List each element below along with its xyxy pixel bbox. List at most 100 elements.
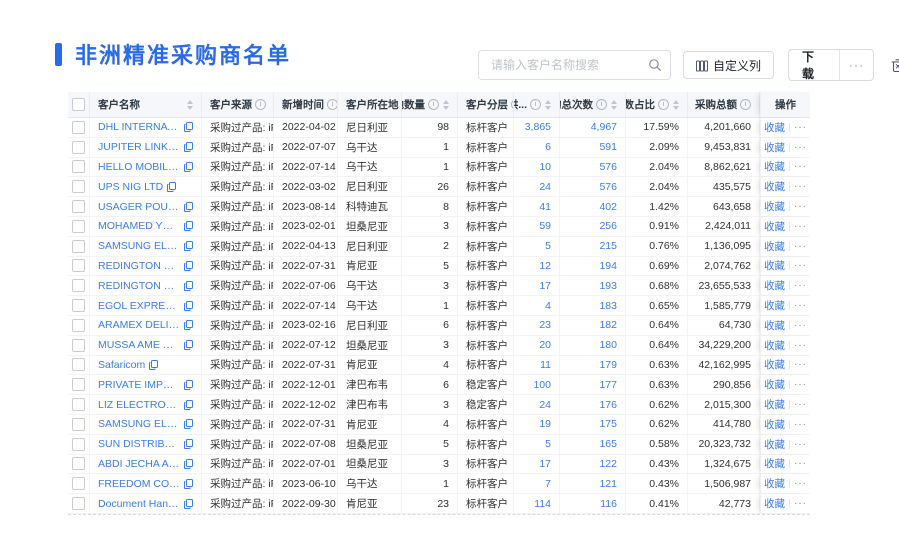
select-all-checkbox[interactable] bbox=[72, 98, 85, 111]
suppliers-count-link[interactable]: 11 bbox=[514, 355, 560, 375]
row-checkbox[interactable] bbox=[72, 160, 85, 174]
purchase-times-link[interactable]: 176 bbox=[560, 395, 626, 414]
purchase-times-link[interactable]: 180 bbox=[560, 335, 626, 355]
row-more-button[interactable]: ··· bbox=[794, 498, 807, 509]
purchase-times-link[interactable]: 194 bbox=[560, 256, 626, 276]
row-checkbox[interactable] bbox=[72, 457, 85, 471]
suppliers-count-link[interactable]: 24 bbox=[514, 395, 560, 414]
row-checkbox[interactable] bbox=[72, 299, 85, 313]
copy-icon[interactable] bbox=[184, 320, 193, 331]
sort-icon[interactable] bbox=[673, 100, 679, 110]
row-more-button[interactable]: ··· bbox=[794, 181, 807, 192]
customer-search-box[interactable] bbox=[478, 50, 671, 80]
customer-name-link[interactable]: JUPITER LINK LIMIT... bbox=[98, 141, 180, 153]
favorite-button[interactable]: 收藏 bbox=[764, 258, 785, 273]
row-checkbox[interactable] bbox=[72, 398, 85, 412]
customer-name-link[interactable]: Safaricom bbox=[98, 359, 145, 371]
row-checkbox[interactable] bbox=[72, 378, 85, 392]
copy-icon[interactable] bbox=[184, 419, 193, 430]
purchase-times-link[interactable]: 183 bbox=[560, 296, 626, 315]
purchase-times-link[interactable]: 591 bbox=[560, 137, 626, 157]
favorite-button[interactable]: 收藏 bbox=[764, 298, 785, 313]
customer-name-link[interactable]: MOHAMED YUNUS ... bbox=[98, 220, 180, 232]
customer-name-link[interactable]: DHL INTERNATIONA... bbox=[98, 121, 180, 133]
suppliers-count-link[interactable]: 7 bbox=[514, 474, 560, 494]
delete-button[interactable] bbox=[886, 51, 899, 79]
copy-icon[interactable] bbox=[184, 498, 193, 509]
copy-icon[interactable] bbox=[184, 122, 193, 133]
suppliers-count-link[interactable]: 5 bbox=[514, 236, 560, 256]
purchase-times-link[interactable]: 121 bbox=[560, 474, 626, 494]
search-icon[interactable] bbox=[648, 56, 662, 74]
customer-name-link[interactable]: USAGER POUR DÉC... bbox=[98, 201, 180, 213]
favorite-button[interactable]: 收藏 bbox=[764, 437, 785, 452]
customer-name-link[interactable]: UPS NIG LTD bbox=[98, 181, 163, 193]
copy-icon[interactable] bbox=[184, 458, 193, 469]
suppliers-count-link[interactable]: 20 bbox=[514, 335, 560, 355]
favorite-button[interactable]: 收藏 bbox=[764, 377, 785, 392]
customer-name-link[interactable]: MUSSA AME MUSS... bbox=[98, 339, 180, 351]
purchase-times-link[interactable]: 215 bbox=[560, 236, 626, 256]
suppliers-count-link[interactable]: 24 bbox=[514, 177, 560, 197]
row-checkbox[interactable] bbox=[72, 338, 85, 352]
purchase-times-link[interactable]: 193 bbox=[560, 276, 626, 296]
sort-icon[interactable] bbox=[545, 100, 551, 110]
copy-icon[interactable] bbox=[184, 478, 193, 489]
favorite-button[interactable]: 收藏 bbox=[764, 140, 785, 155]
row-checkbox[interactable] bbox=[72, 259, 85, 273]
copy-icon[interactable] bbox=[184, 300, 193, 311]
suppliers-count-link[interactable]: 17 bbox=[514, 276, 560, 296]
purchase-times-link[interactable]: 179 bbox=[560, 355, 626, 375]
purchase-times-link[interactable]: 177 bbox=[560, 375, 626, 395]
info-icon[interactable] bbox=[740, 99, 751, 110]
favorite-button[interactable]: 收藏 bbox=[764, 357, 785, 372]
purchase-times-link[interactable]: 576 bbox=[560, 157, 626, 177]
suppliers-count-link[interactable]: 17 bbox=[514, 454, 560, 474]
row-checkbox[interactable] bbox=[72, 417, 85, 431]
row-more-button[interactable]: ··· bbox=[794, 300, 807, 311]
suppliers-count-link[interactable]: 6 bbox=[514, 137, 560, 157]
favorite-button[interactable]: 收藏 bbox=[764, 179, 785, 194]
row-more-button[interactable]: ··· bbox=[794, 161, 807, 172]
row-more-button[interactable]: ··· bbox=[794, 439, 807, 450]
purchase-times-link[interactable]: 116 bbox=[560, 494, 626, 513]
row-more-button[interactable]: ··· bbox=[794, 359, 807, 370]
copy-icon[interactable] bbox=[184, 221, 193, 232]
customer-name-link[interactable]: EGOL EXPRESS CA... bbox=[98, 300, 180, 312]
row-checkbox[interactable] bbox=[72, 120, 85, 134]
copy-icon[interactable] bbox=[184, 439, 193, 450]
customer-name-link[interactable]: SAMSUNG ELECTR... bbox=[98, 240, 180, 252]
row-more-button[interactable]: ··· bbox=[794, 280, 807, 291]
customer-name-link[interactable]: REDINGTON UGAND... bbox=[98, 280, 180, 292]
row-checkbox[interactable] bbox=[72, 477, 85, 491]
row-checkbox[interactable] bbox=[72, 239, 85, 253]
row-more-button[interactable]: ··· bbox=[794, 419, 807, 430]
copy-icon[interactable] bbox=[184, 260, 193, 271]
info-icon[interactable] bbox=[658, 99, 669, 110]
favorite-button[interactable]: 收藏 bbox=[764, 456, 785, 471]
customer-name-link[interactable]: SUN DISTRIBUTION ... bbox=[98, 438, 180, 450]
customer-name-link[interactable]: ARAMEX DELIVERY ... bbox=[98, 319, 180, 331]
download-more-button[interactable]: ··· bbox=[839, 50, 873, 80]
row-checkbox[interactable] bbox=[72, 279, 85, 293]
purchase-times-link[interactable]: 122 bbox=[560, 454, 626, 474]
copy-icon[interactable] bbox=[167, 181, 177, 192]
download-button[interactable]: 下载 bbox=[789, 50, 839, 80]
row-checkbox[interactable] bbox=[72, 180, 85, 194]
sort-icon[interactable] bbox=[443, 100, 449, 110]
info-icon[interactable] bbox=[428, 99, 439, 110]
row-more-button[interactable]: ··· bbox=[794, 260, 807, 271]
suppliers-count-link[interactable]: 10 bbox=[514, 157, 560, 177]
row-more-button[interactable]: ··· bbox=[794, 320, 807, 331]
copy-icon[interactable] bbox=[184, 241, 193, 252]
favorite-button[interactable]: 收藏 bbox=[764, 120, 785, 135]
row-more-button[interactable]: ··· bbox=[794, 241, 807, 252]
favorite-button[interactable]: 收藏 bbox=[764, 496, 785, 511]
customer-name-link[interactable]: LIZ ELECTRONIC TE... bbox=[98, 399, 180, 411]
row-more-button[interactable]: ··· bbox=[794, 201, 807, 212]
row-more-button[interactable]: ··· bbox=[794, 221, 807, 232]
row-checkbox[interactable] bbox=[72, 437, 85, 451]
customize-columns-button[interactable]: 自定义列 bbox=[683, 51, 775, 79]
favorite-button[interactable]: 收藏 bbox=[764, 397, 785, 412]
row-checkbox[interactable] bbox=[72, 219, 85, 233]
